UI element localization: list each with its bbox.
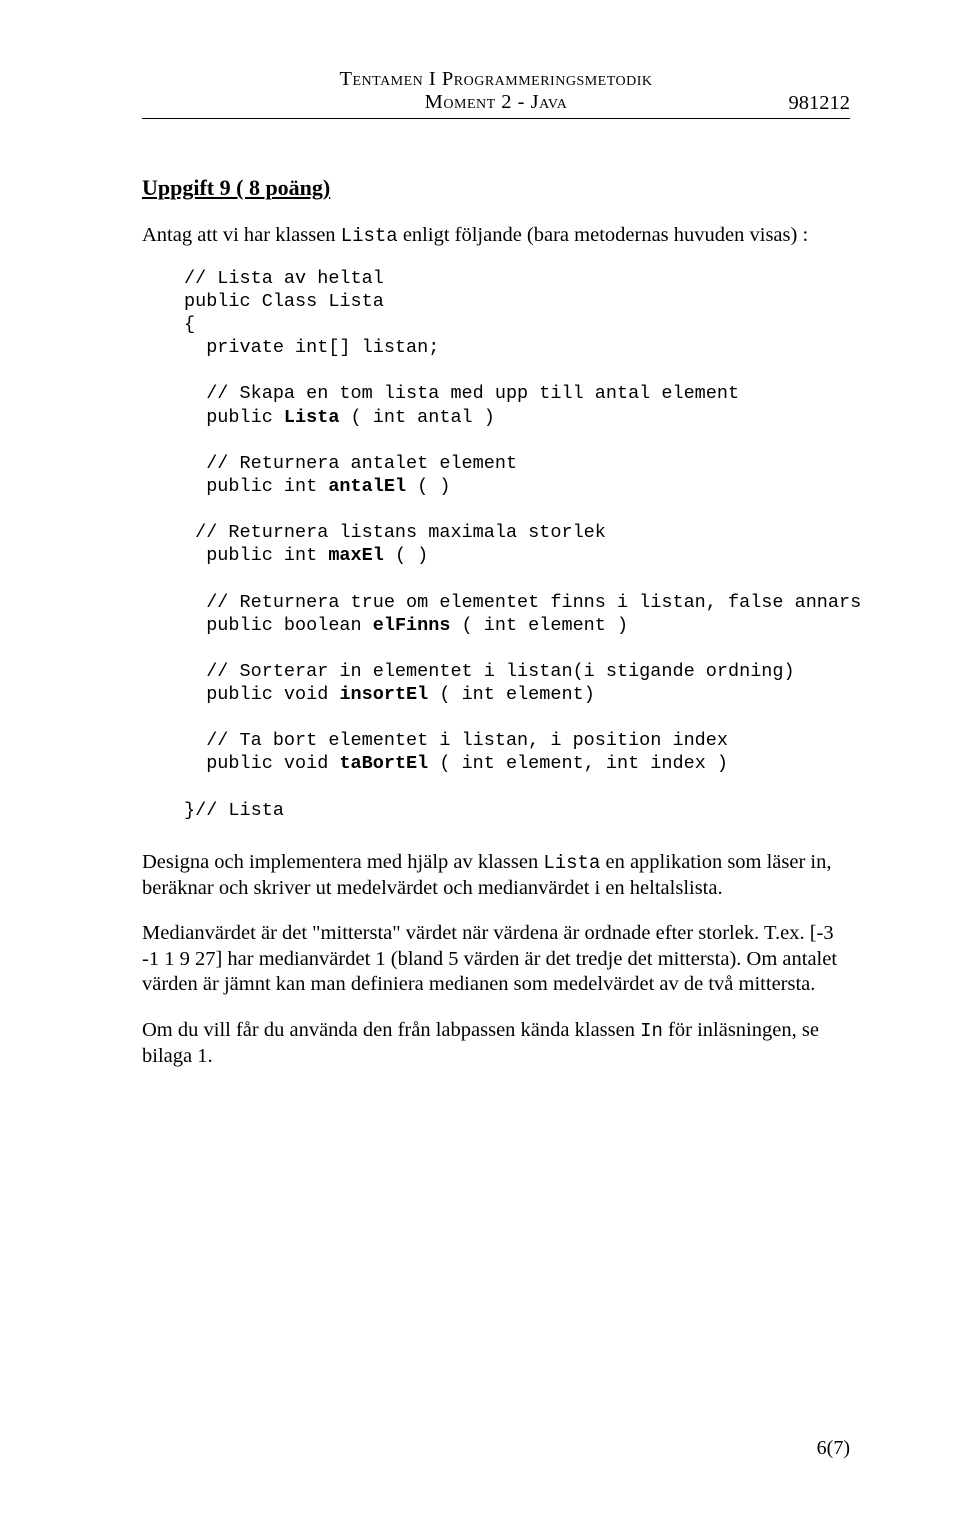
code-line: public int bbox=[184, 476, 328, 497]
main-content: Uppgift 9 ( 8 poäng) Antag att vi har kl… bbox=[142, 175, 850, 1069]
paragraph-3: Om du vill får du använda den från labpa… bbox=[142, 1018, 850, 1069]
code-line: // Ta bort elementet i listan, i positio… bbox=[184, 730, 728, 751]
code-bold: Lista bbox=[284, 407, 340, 428]
code-line: public int bbox=[184, 545, 328, 566]
code-line: public void bbox=[184, 684, 339, 705]
header-title-1: Tentamen I Programmeringsmetodik bbox=[142, 68, 850, 91]
page-number: 6(7) bbox=[817, 1437, 850, 1460]
code-line: public Class Lista bbox=[184, 291, 384, 312]
intro-pre: Antag att vi har klassen bbox=[142, 224, 341, 246]
code-listing: // Lista av heltal public Class Lista { … bbox=[184, 267, 850, 822]
paragraph-2: Medianvärdet är det "mittersta" värdet n… bbox=[142, 921, 850, 998]
code-line: // Returnera listans maximala storlek bbox=[184, 522, 606, 543]
code-bold: insortEl bbox=[339, 684, 428, 705]
code-line: }// Lista bbox=[184, 800, 284, 821]
code-line: { bbox=[184, 314, 195, 335]
task-title: Uppgift 9 ( 8 poäng) bbox=[142, 175, 850, 201]
code-line: ( ) bbox=[406, 476, 450, 497]
p1-code: Lista bbox=[543, 852, 600, 874]
code-bold: elFinns bbox=[373, 615, 451, 636]
code-line: // Lista av heltal bbox=[184, 268, 384, 289]
header-title-2: Moment 2 - Java bbox=[142, 91, 850, 114]
intro-code: Lista bbox=[341, 225, 398, 247]
p3-code: In bbox=[640, 1020, 663, 1042]
code-line: public void bbox=[184, 753, 339, 774]
intro-post: enligt följande (bara metodernas huvuden… bbox=[398, 224, 808, 246]
code-bold: antalEl bbox=[328, 476, 406, 497]
code-line: ( ) bbox=[384, 545, 428, 566]
paragraph-1: Designa och implementera med hjälp av kl… bbox=[142, 850, 850, 901]
code-line: // Returnera true om elementet finns i l… bbox=[184, 592, 861, 613]
code-bold: maxEl bbox=[328, 545, 384, 566]
code-line: private int[] listan; bbox=[184, 337, 439, 358]
header-code: 981212 bbox=[789, 92, 851, 115]
code-line: ( int element, int index ) bbox=[428, 753, 728, 774]
code-line: ( int antal ) bbox=[339, 407, 494, 428]
code-line: public bbox=[184, 407, 284, 428]
task-intro: Antag att vi har klassen Lista enligt fö… bbox=[142, 223, 850, 249]
code-bold: taBortEl bbox=[339, 753, 428, 774]
p1-pre: Designa och implementera med hjälp av kl… bbox=[142, 851, 543, 873]
page-header: Tentamen I Programmeringsmetodik Moment … bbox=[142, 68, 850, 119]
code-line: public boolean bbox=[184, 615, 373, 636]
code-line: // Returnera antalet element bbox=[184, 453, 517, 474]
code-line: // Sorterar in elementet i listan(i stig… bbox=[184, 661, 795, 682]
p3-pre: Om du vill får du använda den från labpa… bbox=[142, 1019, 640, 1041]
code-line: ( int element ) bbox=[450, 615, 628, 636]
code-line: ( int element) bbox=[428, 684, 595, 705]
code-line: // Skapa en tom lista med upp till antal… bbox=[184, 383, 739, 404]
header-rule bbox=[142, 118, 850, 119]
